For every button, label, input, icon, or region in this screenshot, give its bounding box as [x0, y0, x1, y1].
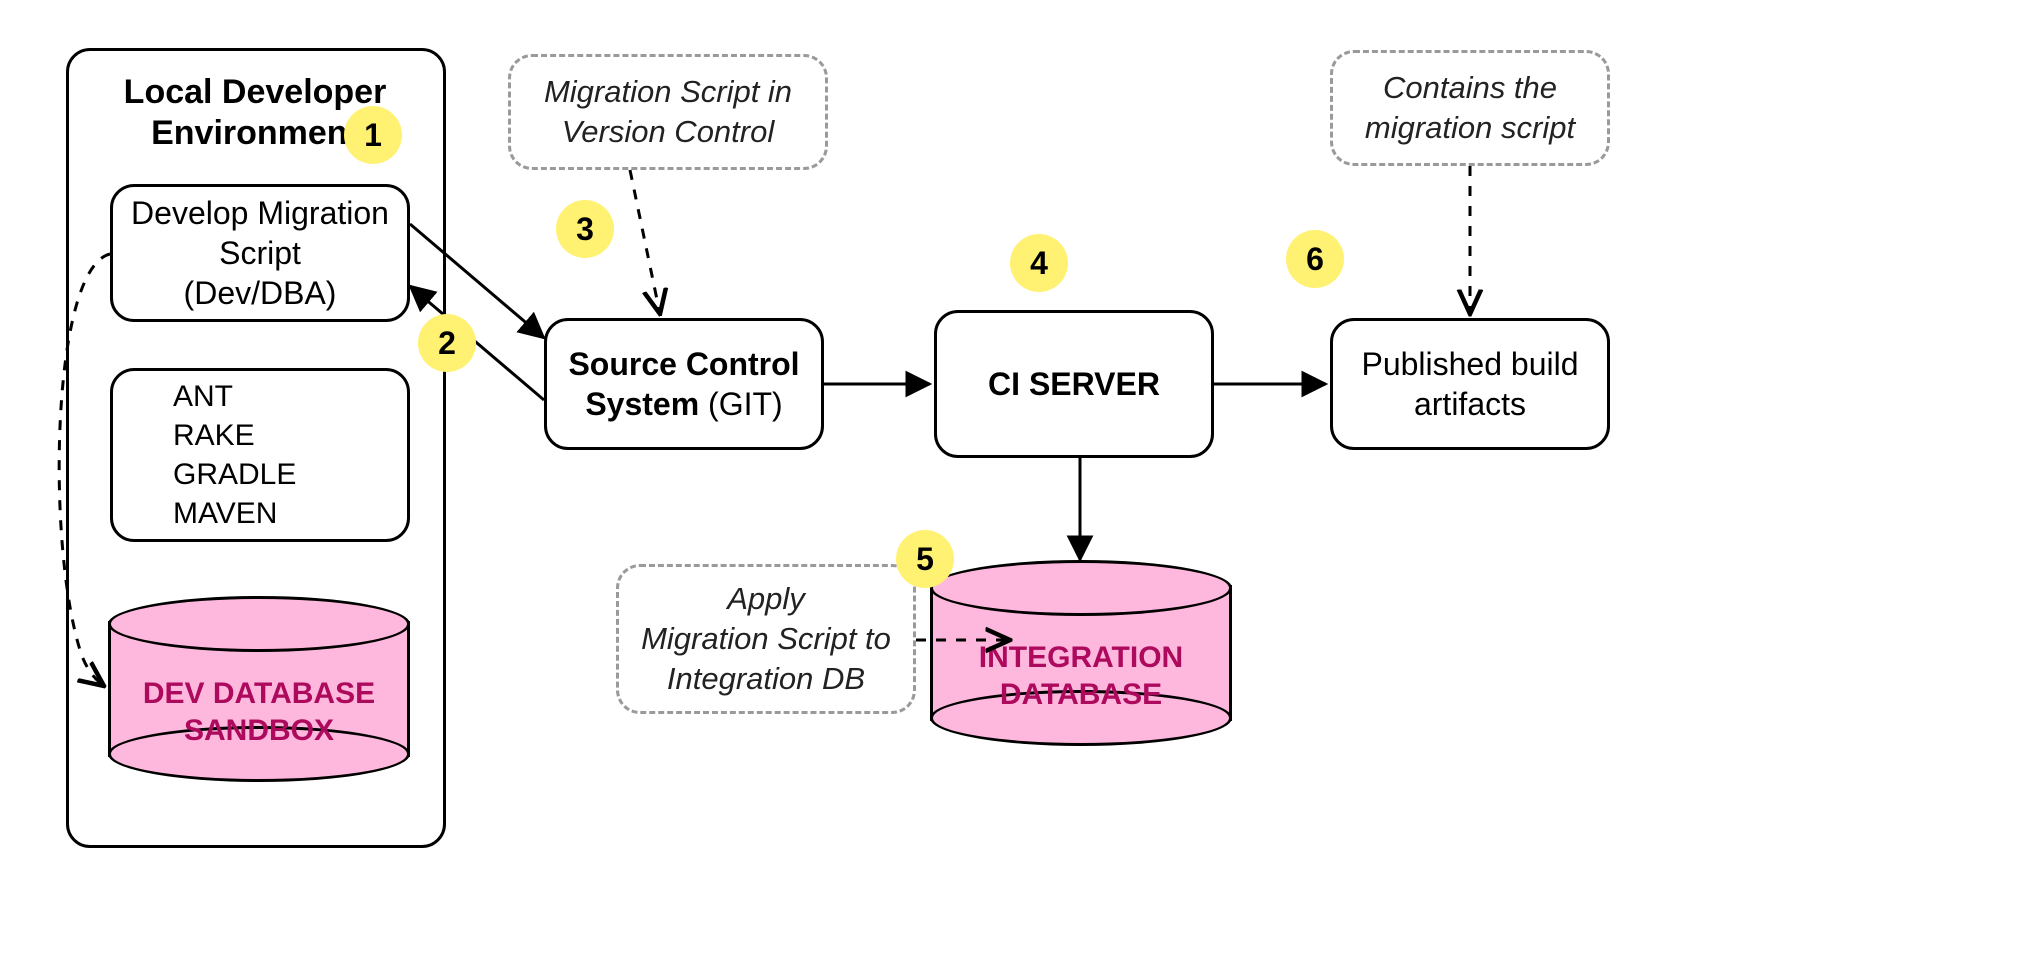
tool-maven: MAVEN [173, 494, 277, 533]
badge-1-label: 1 [364, 117, 382, 154]
tool-ant: ANT [173, 377, 233, 416]
scs-l2-bold: System [585, 386, 699, 422]
int-db-l1: INTEGRATION [979, 641, 1183, 674]
artifacts-l2: artifacts [1414, 386, 1526, 422]
local-env-title-l2: Environment [151, 114, 359, 152]
badge-3-label: 3 [576, 211, 594, 248]
ci-label: CI SERVER [988, 364, 1160, 404]
badge-6-label: 6 [1306, 241, 1324, 278]
node-source-control-system: Source Control System (GIT) [544, 318, 824, 450]
badge-4-label: 4 [1030, 245, 1048, 282]
a5-l2: Migration Script to [641, 621, 891, 656]
annotation-contains-script: Contains the migration script [1330, 50, 1610, 166]
node-published-artifacts: Published build artifacts [1330, 318, 1610, 450]
a3-l1: Migration Script in [544, 74, 792, 109]
badge-2-label: 2 [438, 325, 456, 362]
a6-l1: Contains the [1383, 70, 1557, 105]
develop-l2: Script [219, 235, 301, 271]
badge-2: 2 [418, 314, 476, 372]
node-dev-database-sandbox: DEV DATABASE SANDBOX [108, 596, 410, 782]
int-db-l2: DATABASE [1000, 678, 1162, 711]
develop-l3: (Dev/DBA) [184, 275, 337, 311]
node-build-tools: ANT RAKE GRADLE MAVEN [110, 368, 410, 542]
node-develop-migration-script: Develop Migration Script (Dev/DBA) [110, 184, 410, 322]
dev-db-l1: DEV DATABASE [143, 677, 375, 710]
node-ci-server: CI SERVER [934, 310, 1214, 458]
scs-l1: Source Control [568, 346, 799, 382]
badge-3: 3 [556, 200, 614, 258]
a5-l1: Apply [727, 581, 805, 616]
artifacts-l1: Published build [1361, 346, 1578, 382]
tool-rake: RAKE [173, 416, 255, 455]
annotation-apply-migration: Apply Migration Script to Integration DB [616, 564, 916, 714]
dev-db-l2: SANDBOX [184, 714, 334, 747]
tool-gradle: GRADLE [173, 455, 296, 494]
node-integration-database: INTEGRATION DATABASE [930, 560, 1232, 746]
a6-l2: migration script [1365, 110, 1575, 145]
badge-1: 1 [344, 106, 402, 164]
diagram-canvas: Local Developer Environment Develop Migr… [0, 0, 2022, 974]
badge-6: 6 [1286, 230, 1344, 288]
local-env-title-l1: Local Developer [124, 73, 387, 111]
badge-4: 4 [1010, 234, 1068, 292]
annotation-version-control: Migration Script in Version Control [508, 54, 828, 170]
a5-l3: Integration DB [667, 661, 865, 696]
develop-l1: Develop Migration [131, 195, 389, 231]
a3-l2: Version Control [562, 114, 775, 149]
scs-l2-rest: (GIT) [708, 386, 783, 422]
badge-5-label: 5 [916, 541, 934, 578]
badge-5: 5 [896, 530, 954, 588]
